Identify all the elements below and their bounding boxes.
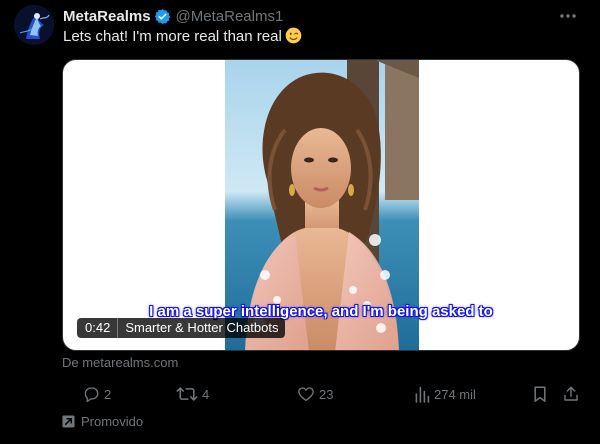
share-icon	[564, 386, 578, 401]
promoted-label: Promovido	[62, 414, 143, 429]
promoted-icon	[62, 415, 75, 428]
bookmark-button[interactable]	[532, 384, 548, 404]
like-count: 23	[319, 386, 334, 402]
tweet-header: MetaRealms @MetaRealms1	[63, 6, 283, 26]
reply-count: 2	[104, 386, 112, 402]
video-title: Smarter & Hotter Chatbots	[125, 320, 279, 335]
video-duration: 0:42	[85, 320, 111, 335]
reply-button[interactable]: 2	[82, 384, 111, 404]
action-bar: 2 4 23 274 mil	[62, 384, 580, 404]
views-icon	[415, 386, 430, 403]
promoted-text: Promovido	[81, 414, 144, 429]
share-button[interactable]	[562, 384, 580, 404]
tweet-text-content: Lets chat! I'm more real than real	[63, 28, 282, 45]
tweet-text: Lets chat! I'm more real than real	[63, 27, 302, 47]
bookmark-icon	[534, 386, 546, 402]
display-name[interactable]: MetaRealms	[63, 8, 151, 25]
views-count: 274 mil	[434, 386, 476, 402]
avatar-image	[14, 5, 54, 45]
retweet-icon	[176, 387, 198, 401]
like-button[interactable]: 23	[297, 384, 333, 404]
winking-face-emoji-icon	[285, 27, 302, 44]
retweet-count: 4	[202, 386, 210, 402]
source-link[interactable]: De metarealms.com	[62, 355, 178, 370]
video-info-badge: 0:42 Smarter & Hotter Chatbots	[77, 318, 286, 338]
reply-icon	[84, 387, 99, 402]
verified-badge-icon[interactable]	[154, 8, 171, 25]
retweet-button[interactable]: 4	[176, 384, 209, 404]
tweet[interactable]: MetaRealms @MetaRealms1 Lets chat! I'm m…	[0, 0, 600, 444]
more-horizontal-icon	[560, 14, 576, 18]
views-button[interactable]: 274 mil	[414, 384, 476, 404]
more-options-button[interactable]	[558, 8, 578, 24]
video-player[interactable]: I am a super intelligence, and I'm being…	[62, 59, 580, 351]
heart-icon	[298, 387, 314, 402]
handle[interactable]: @MetaRealms1	[176, 8, 284, 25]
avatar[interactable]	[14, 5, 54, 45]
